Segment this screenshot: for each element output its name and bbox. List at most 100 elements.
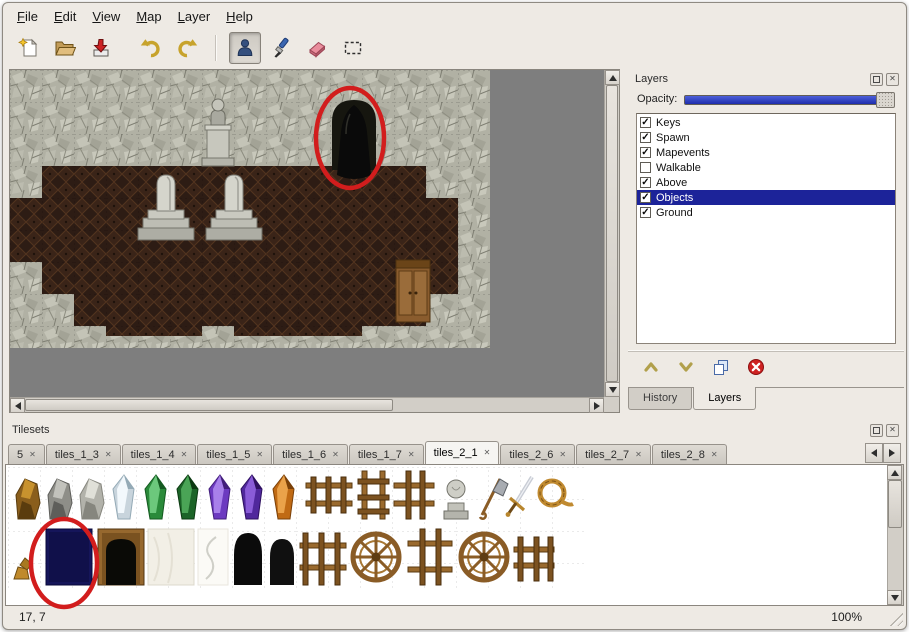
float-panel-button[interactable] <box>870 73 883 86</box>
opacity-slider-track[interactable] <box>684 95 893 105</box>
tab-close-icon[interactable]: ✕ <box>105 451 112 459</box>
resize-grip[interactable] <box>888 611 903 626</box>
layer-row-spawn[interactable]: ✓Spawn <box>637 130 895 145</box>
new-map-button[interactable] <box>13 32 45 64</box>
layer-visibility-checkbox[interactable]: ✓ <box>640 177 651 188</box>
panel-tab-layers[interactable]: Layers <box>693 387 756 410</box>
tileset-vertical-scrollbar[interactable] <box>887 465 903 605</box>
map-canvas[interactable] <box>10 70 490 348</box>
tileset-tab-tiles_2_1[interactable]: tiles_2_1✕ <box>425 441 500 464</box>
eraser-icon <box>306 37 328 59</box>
tileset-canvas[interactable] <box>8 467 876 589</box>
panel-tab-history[interactable]: History <box>628 388 692 410</box>
layer-row-above[interactable]: ✓ Above <box>637 175 895 190</box>
layer-row-keys[interactable]: ✓Keys <box>637 115 895 130</box>
menu-item-map[interactable]: Map <box>128 6 169 27</box>
layer-row-mapevents[interactable]: ✓ Mapevents <box>637 145 895 160</box>
layer-row-walkable[interactable]: Walkable <box>637 160 895 175</box>
eraser-tool-button[interactable] <box>301 32 333 64</box>
tileset-tab-tiles_1_6[interactable]: tiles_1_6✕ <box>273 444 348 464</box>
tile-track-horizontal[interactable] <box>306 477 352 513</box>
redo-button[interactable] <box>171 32 203 64</box>
vertical-scroll-thumb[interactable] <box>606 85 618 382</box>
tile-fence[interactable] <box>300 533 346 585</box>
menu-item-layer[interactable]: Layer <box>170 6 219 27</box>
tab-scroll-arrows <box>865 443 901 463</box>
close-tilesets-button[interactable]: ✕ <box>886 424 899 437</box>
tabs-scroll-right-button[interactable] <box>883 443 901 463</box>
tileset-tab-tiles_2_6[interactable]: tiles_2_6✕ <box>500 444 575 464</box>
lower-layer-button[interactable] <box>675 356 697 378</box>
open-map-button[interactable] <box>49 32 81 64</box>
tab-close-icon[interactable]: ✕ <box>181 451 188 459</box>
layer-row-ground[interactable]: ✓Ground <box>637 205 895 220</box>
tile-wooden-doorway[interactable] <box>98 529 144 585</box>
layer-visibility-checkbox[interactable]: ✓ <box>640 192 651 203</box>
tab-close-icon[interactable]: ✕ <box>29 451 36 459</box>
scroll-left-arrow[interactable] <box>10 398 25 413</box>
undo-button[interactable] <box>135 32 167 64</box>
scroll-up-arrow[interactable] <box>887 465 902 480</box>
tile-cart-wheel-left[interactable] <box>353 534 399 580</box>
duplicate-layer-button[interactable] <box>710 356 732 378</box>
tab-close-icon[interactable]: ✕ <box>484 449 491 457</box>
tile-cave-arch-large[interactable] <box>234 533 262 585</box>
menu-item-edit[interactable]: Edit <box>46 6 84 27</box>
tab-close-icon[interactable]: ✕ <box>332 451 339 459</box>
layer-label: Mapevents <box>656 147 710 159</box>
select-tool-button[interactable] <box>337 32 369 64</box>
scroll-down-arrow[interactable] <box>887 590 902 605</box>
tileset-content[interactable] <box>5 464 904 606</box>
layer-visibility-checkbox[interactable]: ✓ <box>640 207 651 218</box>
stamp-tool-button[interactable] <box>229 32 261 64</box>
map-vertical-scrollbar[interactable] <box>604 70 619 397</box>
tab-close-icon[interactable]: ✕ <box>635 451 642 459</box>
layer-visibility-checkbox[interactable]: ✓ <box>640 117 651 128</box>
tab-close-icon[interactable]: ✕ <box>559 451 566 459</box>
layer-label: Above <box>656 177 687 189</box>
stamp-person-icon <box>234 37 256 59</box>
tile-navy-selected[interactable] <box>46 529 92 585</box>
horizontal-scroll-thumb[interactable] <box>25 399 393 411</box>
float-tilesets-button[interactable] <box>870 424 883 437</box>
tileset-scroll-thumb[interactable] <box>888 480 902 528</box>
layer-row-objects[interactable]: ✓Objects <box>637 190 895 205</box>
tile-cart-wheel-right[interactable] <box>461 534 507 580</box>
tab-close-icon[interactable]: ✕ <box>256 451 263 459</box>
close-panel-button[interactable]: ✕ <box>886 73 899 86</box>
opacity-slider[interactable] <box>684 92 895 106</box>
menu-item-help[interactable]: Help <box>218 6 261 27</box>
tileset-tab-tiles_1_4[interactable]: tiles_1_4✕ <box>122 444 197 464</box>
layer-visibility-checkbox[interactable]: ✓ <box>640 147 651 158</box>
tileset-tab-label: tiles_2_8 <box>661 449 705 461</box>
tile-cave-arch-small[interactable] <box>270 539 294 585</box>
save-map-button[interactable] <box>85 32 117 64</box>
menu-item-view[interactable]: View <box>84 6 128 27</box>
delete-layer-button[interactable] <box>745 356 767 378</box>
tab-close-icon[interactable]: ✕ <box>408 451 415 459</box>
tileset-tab-tiles_1_5[interactable]: tiles_1_5✕ <box>197 444 272 464</box>
tile-white-wisp[interactable] <box>198 529 228 585</box>
layers-list[interactable]: ✓Keys✓Spawn✓MapeventsWalkable✓Above✓Obje… <box>636 113 896 344</box>
tileset-tab-5[interactable]: 5✕ <box>8 444 45 464</box>
opacity-slider-handle[interactable] <box>876 92 895 108</box>
tile-pale-block[interactable] <box>148 529 194 585</box>
layer-visibility-checkbox[interactable] <box>640 162 651 173</box>
tileset-tab-tiles_2_7[interactable]: tiles_2_7✕ <box>576 444 651 464</box>
tilesets-panel-title: Tilesets <box>12 424 867 436</box>
map-viewport[interactable] <box>10 70 604 397</box>
tileset-tab-tiles_1_3[interactable]: tiles_1_3✕ <box>46 444 121 464</box>
tileset-tab-tiles_1_7[interactable]: tiles_1_7✕ <box>349 444 424 464</box>
map-horizontal-scrollbar[interactable] <box>10 397 604 412</box>
raise-layer-button[interactable] <box>640 356 662 378</box>
tileset-tab-tiles_2_8[interactable]: tiles_2_8 ✕ <box>652 444 727 464</box>
tabs-scroll-left-button[interactable] <box>865 443 883 463</box>
menu-item-file[interactable]: File <box>9 6 46 27</box>
scroll-down-arrow[interactable] <box>605 382 620 397</box>
tab-close-icon[interactable]: ✕ <box>711 451 718 459</box>
layer-visibility-checkbox[interactable]: ✓ <box>640 132 651 143</box>
scroll-right-arrow[interactable] <box>589 398 604 413</box>
brush-tool-button[interactable] <box>265 32 297 64</box>
tile-track-short[interactable] <box>514 537 554 581</box>
scroll-up-arrow[interactable] <box>605 70 620 85</box>
